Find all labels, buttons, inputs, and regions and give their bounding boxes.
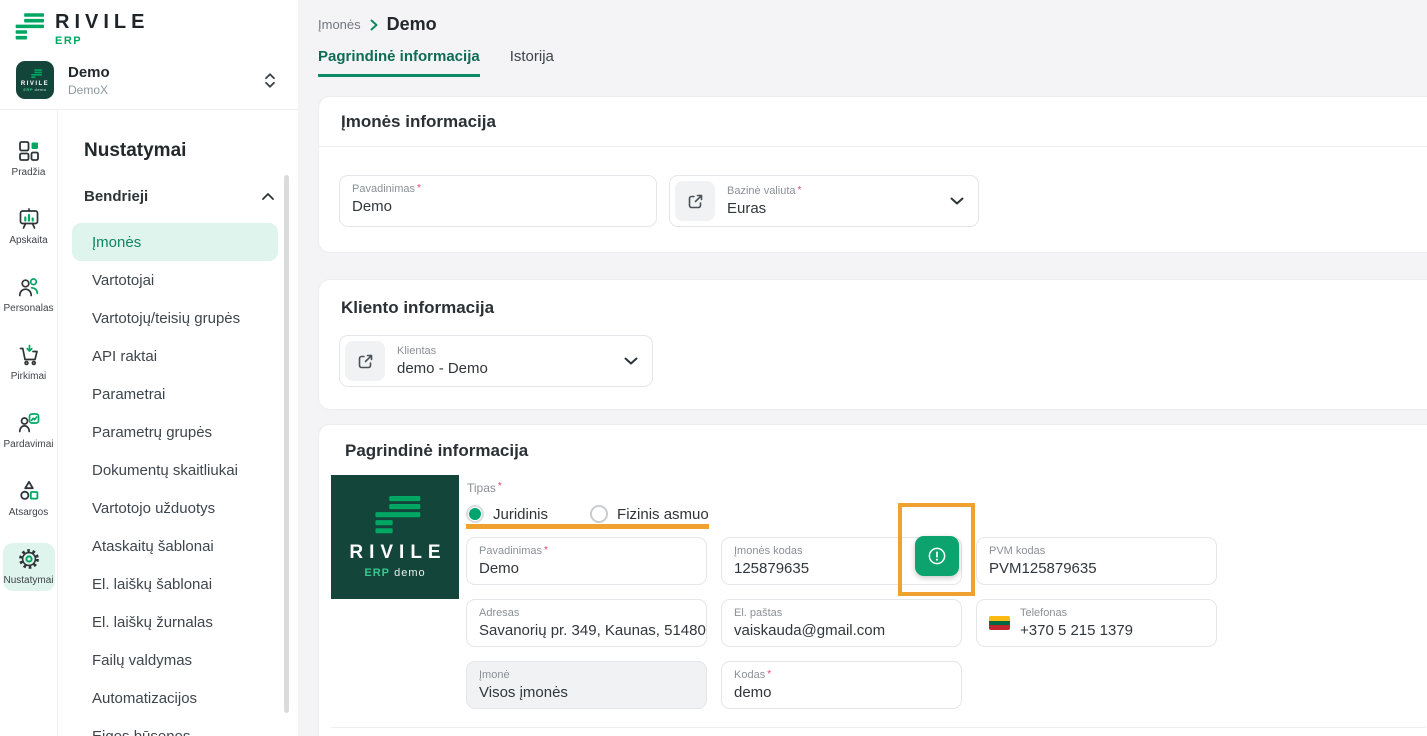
sidebar-item-eigos-busenos[interactable]: Eigos būsenos (72, 717, 278, 736)
brand-name: RIVILE (55, 11, 150, 33)
sidebar-item-vartotojo-uzduotys[interactable]: Vartotojo užduotys (72, 489, 278, 527)
company-name: Demo (68, 63, 110, 81)
client-info-card: Kliento informacija Klientas demo - Demo (318, 279, 1427, 410)
external-link-icon[interactable] (345, 341, 385, 381)
pvm-kodas-field[interactable]: PVM kodas PVM125879635 (976, 537, 1217, 585)
rail-item-apskaita[interactable]: Apskaita (3, 203, 55, 251)
rail-item-nustatymai[interactable]: Nustatymai (2, 543, 55, 591)
radio-fizinis-asmuo[interactable] (590, 505, 609, 523)
main-info-fields: Pavadinimas * Demo Įmonės kodas 125879635… (466, 537, 1236, 709)
unfold-icon[interactable] (264, 72, 276, 89)
tipas-radio-group: Juridinis Fizinis asmuo (466, 503, 1236, 525)
radio-juridinis[interactable] (466, 505, 484, 523)
sidebar-item-vartotoju-teisiu-grupes[interactable]: Vartotojų/teisių grupės (72, 299, 278, 337)
rail-item-personalas[interactable]: Personalas (3, 271, 55, 319)
alert-circle-icon (927, 546, 947, 566)
subnav-list: Įmonės Vartotojai Vartotojų/teisių grupė… (58, 223, 298, 736)
company-info-card: Įmonės informacija Pavadinimas * Demo Baz… (318, 96, 1427, 253)
chevron-down-icon (624, 357, 638, 365)
tipas-label: Tipas * (467, 481, 502, 495)
tab-pagrindine-informacija[interactable]: Pagrindinė informacija (318, 48, 480, 77)
sidebar-item-ataskaitu-sablonai[interactable]: Ataskaitų šablonai (72, 527, 278, 565)
dashboard-icon (17, 139, 41, 163)
rail-item-pirkimai[interactable]: Pirkimai (3, 339, 55, 387)
sidebar-item-dokumentu-skaitliukai[interactable]: Dokumentų skaitliukai (72, 451, 278, 489)
company-logo-image[interactable]: RIVILE ERP demo (331, 475, 459, 599)
pavadinimas-field[interactable]: Pavadinimas * Demo (466, 537, 707, 585)
imone-field: Įmonė Visos įmonės (466, 661, 707, 709)
sidebar-item-parametrai[interactable]: Parametrai (72, 375, 278, 413)
sales-icon (17, 411, 41, 435)
sidebar-item-automatizacijos[interactable]: Automatizacijos (72, 679, 278, 717)
rivile-logo-icon (10, 12, 44, 40)
subnav-group-bendrieji[interactable]: Bendrieji (84, 188, 274, 205)
settings-subnav: Nustatymai Bendrieji Įmonės Vartotojai V… (58, 110, 298, 736)
tab-bar: Pagrindinė informacija Istorija (318, 48, 1427, 77)
sidebar-header: RIVILE ERP RIVILE ERP demo Demo DemoX (0, 0, 298, 110)
sidebar-item-imones[interactable]: Įmonės (72, 223, 278, 261)
kodas-field[interactable]: Kodas * demo (721, 661, 962, 709)
rail-item-pardavimai[interactable]: Pardavimai (3, 407, 55, 455)
people-icon (17, 275, 41, 299)
el-pastas-field[interactable]: El. paštas vaiskauda@gmail.com (721, 599, 962, 647)
sidebar-item-el-laisku-zurnalas[interactable]: El. laiškų žurnalas (72, 603, 278, 641)
company-selector[interactable]: RIVILE ERP demo Demo DemoX (16, 61, 286, 99)
tab-istorija[interactable]: Istorija (510, 48, 554, 77)
inventory-icon (17, 479, 41, 503)
sidebar-item-api-raktai[interactable]: API raktai (72, 337, 278, 375)
accounting-icon (17, 207, 41, 231)
company-code: DemoX (68, 82, 109, 97)
rail-item-pradzia[interactable]: Pradžia (3, 135, 55, 183)
bazine-valiuta-select[interactable]: Bazinė valiuta * Euras (669, 175, 979, 227)
breadcrumb: Įmonės Demo (318, 14, 1427, 35)
main-content: Įmonės Demo Pagrindinė informacija Istor… (298, 0, 1427, 736)
brand: RIVILE ERP (10, 12, 149, 47)
section-divider (331, 727, 1426, 736)
rail-item-atsargos[interactable]: Atsargos (3, 475, 55, 523)
sidebar-item-vartotojai[interactable]: Vartotojai (72, 261, 278, 299)
breadcrumb-parent[interactable]: Įmonės (318, 17, 361, 32)
main-info-title: Pagrindinė informacija (345, 441, 529, 460)
subnav-title: Nustatymai (84, 140, 187, 161)
client-info-title: Kliento informacija (341, 298, 495, 317)
lithuania-flag-icon (989, 616, 1010, 630)
sidebar-item-el-laisku-sablonai[interactable]: El. laiškų šablonai (72, 565, 278, 603)
chevron-down-icon (950, 197, 964, 205)
adresas-field[interactable]: Adresas Savanorių pr. 349, Kaunas, 51480 (466, 599, 707, 647)
subnav-scrollbar[interactable] (284, 175, 289, 713)
company-code-info-button[interactable] (915, 536, 959, 576)
klientas-select[interactable]: Klientas demo - Demo (339, 335, 653, 387)
company-avatar: RIVILE ERP demo (16, 61, 54, 99)
telefonas-field[interactable]: Telefonas +370 5 215 1379 (976, 599, 1217, 647)
chevron-right-icon (370, 19, 378, 31)
settings-gear-icon (17, 547, 41, 571)
annotation-underline (466, 524, 709, 529)
pavadinimas-field[interactable]: Pavadinimas * Demo (339, 175, 657, 227)
company-info-title: Įmonės informacija (319, 97, 1427, 147)
nav-rail: Pradžia Apskaita Personalas Pirkimai Par… (0, 110, 58, 736)
main-info-card: Pagrindinė informacija RIVILE ERP demo T… (318, 424, 1427, 736)
chevron-up-icon (262, 193, 274, 200)
purchases-cart-icon (17, 343, 41, 367)
sidebar: RIVILE ERP RIVILE ERP demo Demo DemoX Pr… (0, 0, 298, 736)
brand-product: ERP (55, 35, 83, 47)
sidebar-item-parametru-grupes[interactable]: Parametrų grupės (72, 413, 278, 451)
page-title: Demo (386, 14, 437, 34)
sidebar-item-failu-valdymas[interactable]: Failų valdymas (72, 641, 278, 679)
external-link-icon[interactable] (675, 181, 715, 221)
